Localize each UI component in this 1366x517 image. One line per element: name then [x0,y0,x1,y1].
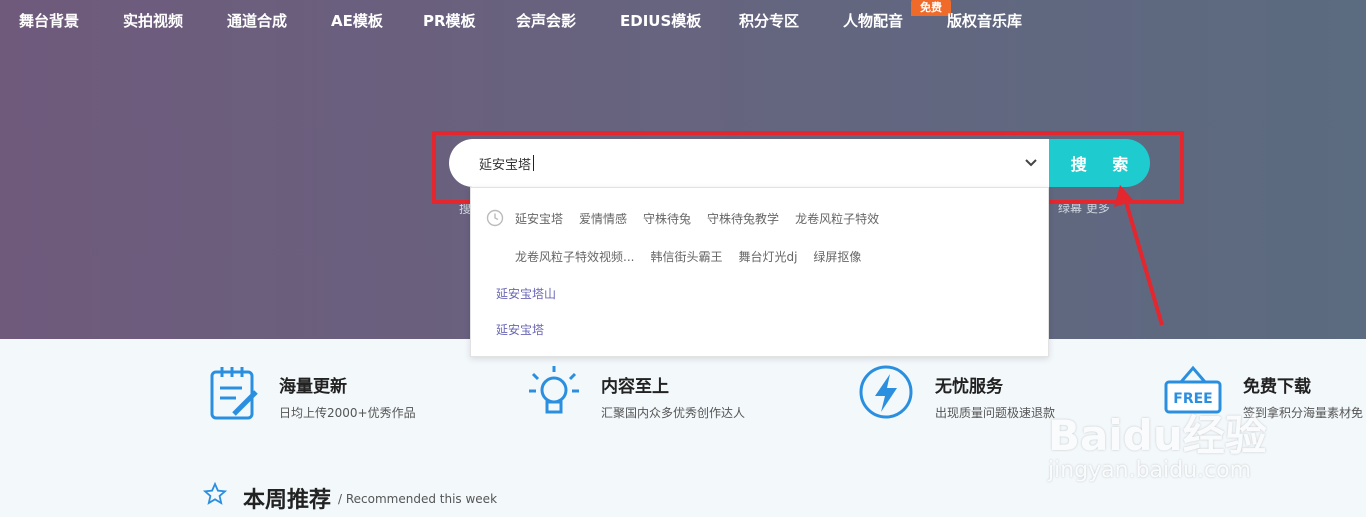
history-item[interactable]: 延安宝塔 [515,212,563,226]
nav-item-channel-compositing[interactable]: 通道合成 [227,10,287,31]
free-badge: 免费 [911,0,951,16]
annotation-arrow-icon [1114,185,1164,326]
history-item[interactable]: 守株待兔教学 [707,212,779,226]
feature-desc: 出现质量问题极速退款 [935,406,1056,420]
nav-item-video-studio[interactable]: 会声会影 [516,10,576,31]
nav-item-points-zone[interactable]: 积分专区 [739,10,799,31]
nav-item-voice-over[interactable]: 人物配音 [843,10,903,31]
watermark-url: jingyan.baidu.com [1048,458,1252,483]
nav-item-pr-templates[interactable]: PR模板 [423,10,476,31]
search-history-row: 龙卷风粒子特效视频... 韩信街头霸王 舞台灯光dj 绿屏抠像 [515,248,877,265]
history-item[interactable]: 绿屏抠像 [813,250,861,264]
notepad-edit-icon [210,367,258,420]
watermark-logo: Baidu经验 [1048,411,1267,460]
lightning-icon [859,365,913,419]
section-title: 本周推荐 [243,488,332,513]
history-clock-icon [486,209,504,227]
nav-item-live-video[interactable]: 实拍视频 [123,10,183,31]
search-suggestions-dropdown: 延安宝塔 爱情情感 守株待兔 守株待兔教学 龙卷风粒子特效 龙卷风粒子特效视频... 韩信… [470,187,1049,357]
feature-title: 无忧服务 [935,377,1003,397]
nav-item-edius-templates[interactable]: EDIUS模板 [620,10,701,31]
nav-item-ae-templates[interactable]: AE模板 [331,10,383,31]
nav-item-music-library[interactable]: 版权音乐库 [947,10,1022,31]
history-item[interactable]: 守株待兔 [643,212,691,226]
feature-title: 内容至上 [601,377,669,397]
baidu-jingyan-watermark: Baidu经验 jingyan.baidu.com [1048,402,1348,502]
top-nav: 舞台背景 实拍视频 通道合成 AE模板 PR模板 会声会影 EDIUS模板 积分… [0,0,1366,40]
section-subtitle: / Recommended this week [338,492,498,506]
history-item[interactable]: 龙卷风粒子特效视频... [515,250,634,264]
star-icon [203,482,227,505]
history-item[interactable]: 韩信街头霸王 [650,250,722,264]
search-history-row: 延安宝塔 爱情情感 守株待兔 守株待兔教学 龙卷风粒子特效 [515,210,895,227]
history-item[interactable]: 龙卷风粒子特效 [795,212,879,226]
feature-desc: 汇聚国内众多优秀创作达人 [601,406,746,420]
suggestion-item[interactable]: 延安宝塔山 [496,285,556,302]
feature-title: 免费下载 [1243,377,1311,397]
feature-title: 海量更新 [279,377,347,397]
history-item[interactable]: 舞台灯光dj [738,250,797,264]
lightbulb-icon [529,366,579,414]
history-item[interactable]: 爱情情感 [579,212,627,226]
suggestion-item[interactable]: 延安宝塔 [496,321,544,338]
nav-item-stage-background[interactable]: 舞台背景 [19,10,79,31]
feature-desc: 日均上传2000+优秀作品 [279,406,416,420]
